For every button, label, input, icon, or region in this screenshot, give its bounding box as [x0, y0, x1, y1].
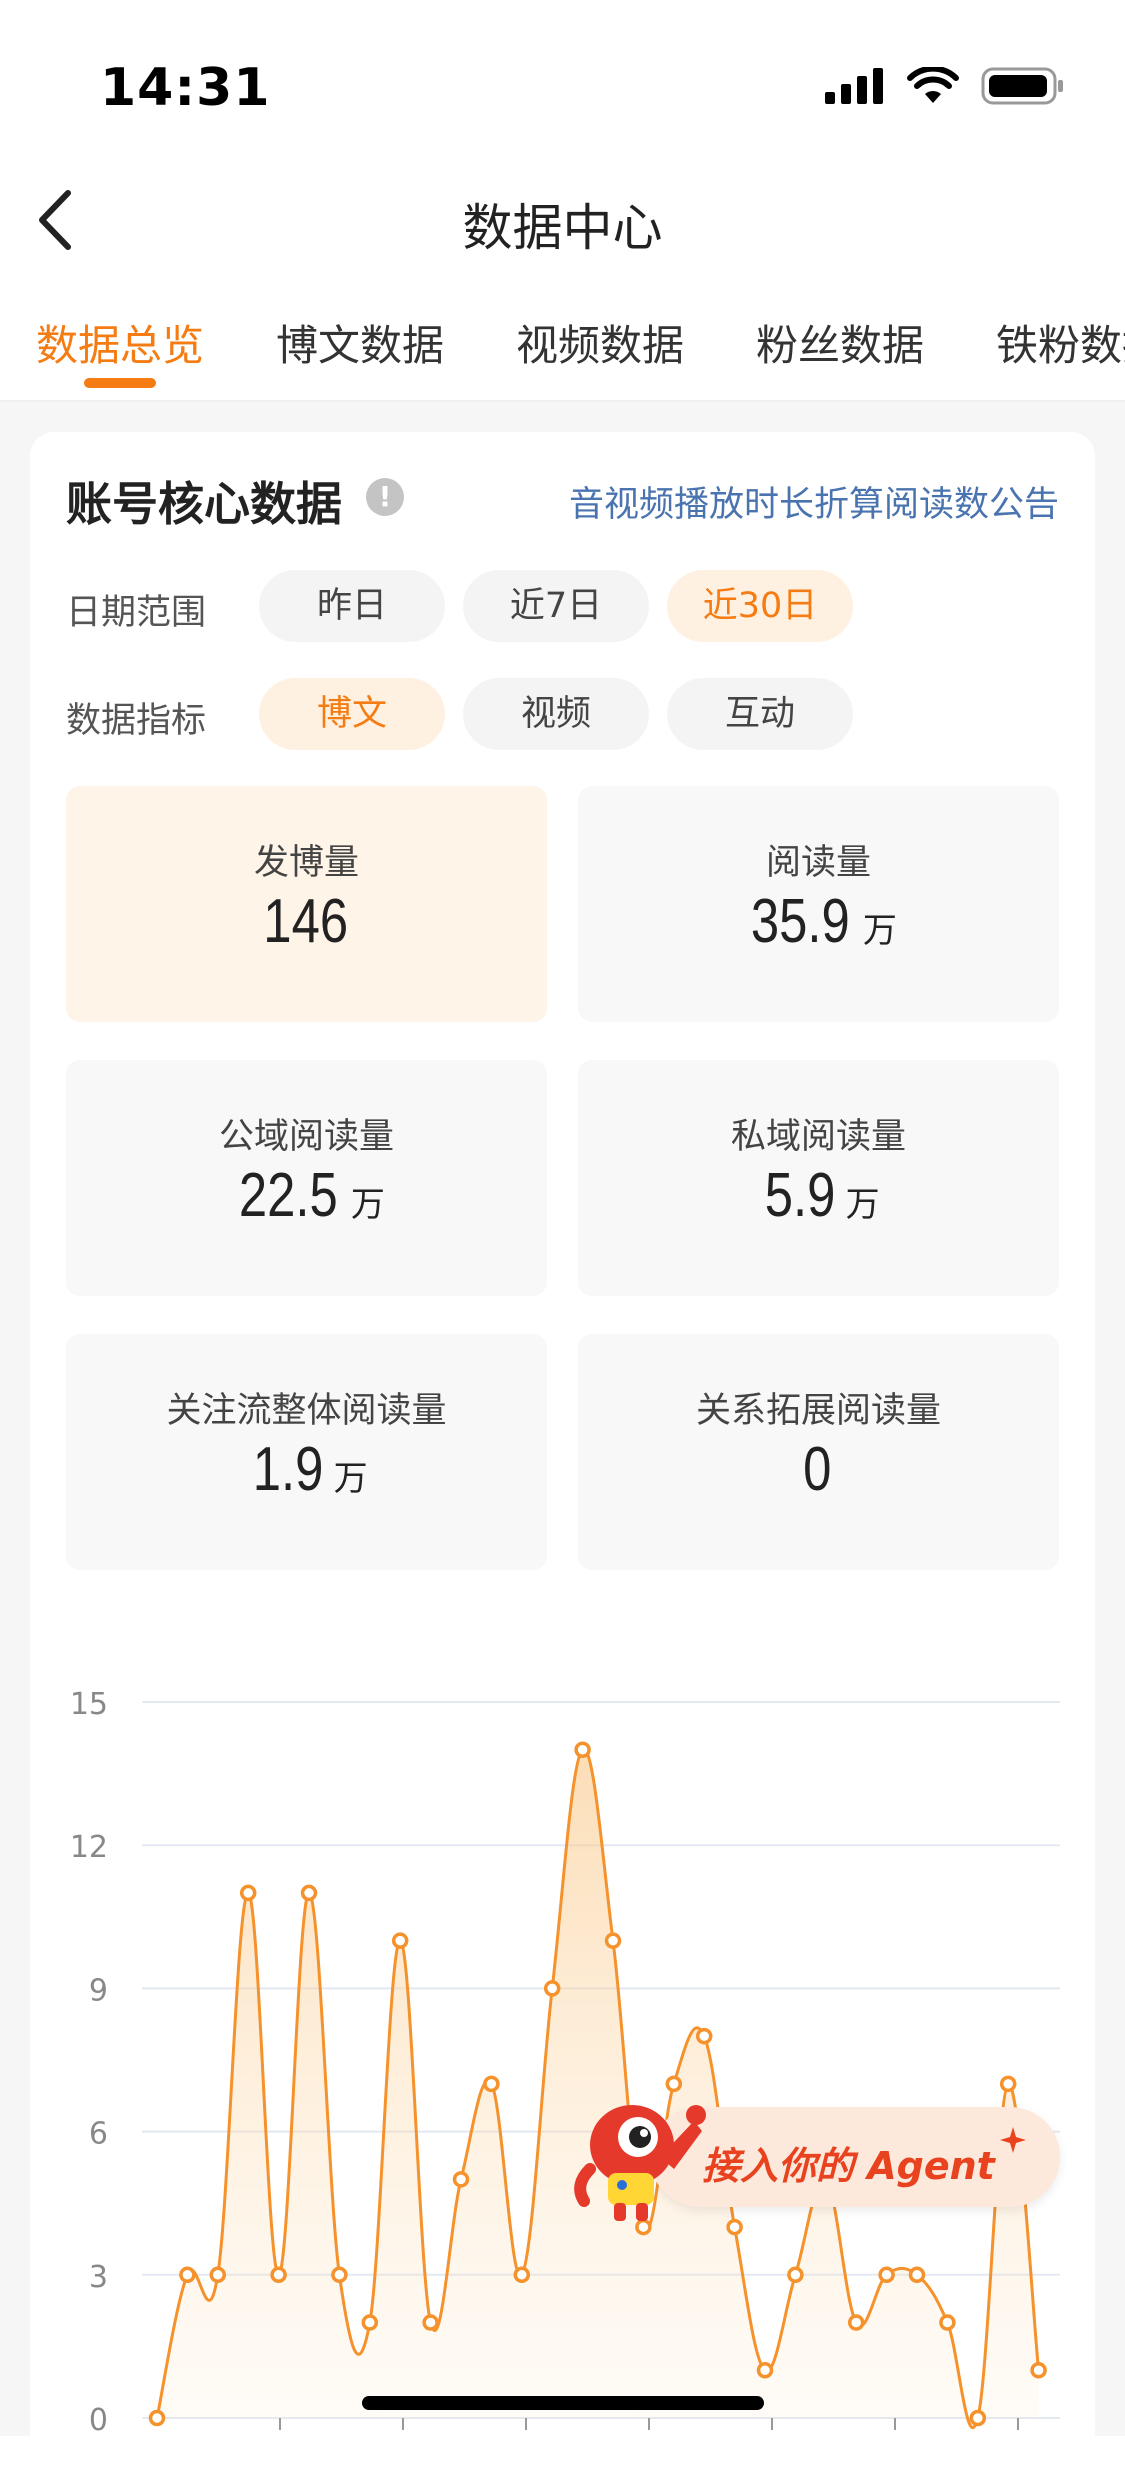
data-point: [452, 2171, 470, 2188]
data-point: [604, 1932, 622, 1949]
data-point: [483, 2075, 500, 2093]
data-point: [179, 2266, 196, 2284]
data-point: [361, 2314, 379, 2331]
home-indicator: [362, 2396, 764, 2410]
data-point: [422, 2314, 439, 2331]
data-point: [756, 2362, 774, 2379]
data-point: [270, 2266, 287, 2284]
data-point: [939, 2314, 956, 2331]
y-tick-label: 15: [70, 1687, 108, 1722]
data-point: [331, 2266, 348, 2284]
data-point: [847, 2314, 865, 2331]
trend-chart: 0 3 6 9 12 15: [70, 1687, 1060, 2436]
data-point: [574, 1741, 591, 1758]
data-point: [209, 2266, 227, 2284]
data-point: [1030, 2362, 1047, 2379]
data-point: [908, 2266, 926, 2284]
data-point: [239, 1884, 257, 1902]
agent-entry[interactable]: 接入你的 Agent: [570, 2085, 1065, 2221]
y-tick-label: 12: [70, 1830, 108, 1865]
y-tick-label: 3: [89, 2260, 108, 2295]
data-point: [300, 1884, 318, 1902]
data-point: [878, 2266, 895, 2284]
agent-label: 接入你的 Agent: [702, 2144, 995, 2188]
data-point: [695, 2027, 713, 2045]
data-point: [543, 1980, 561, 1997]
data-point: [726, 2218, 743, 2236]
data-point: [391, 1932, 409, 1949]
y-tick-label: 0: [89, 2403, 108, 2436]
data-point: [787, 2266, 804, 2284]
data-point: [148, 2409, 166, 2427]
data-point: [513, 2266, 531, 2284]
y-tick-label: 6: [89, 2117, 108, 2152]
y-tick-label: 9: [89, 1973, 108, 2008]
data-point: [969, 2409, 987, 2427]
mascot-icon: [574, 2105, 706, 2221]
sparkle-icon: [1000, 2127, 1026, 2153]
